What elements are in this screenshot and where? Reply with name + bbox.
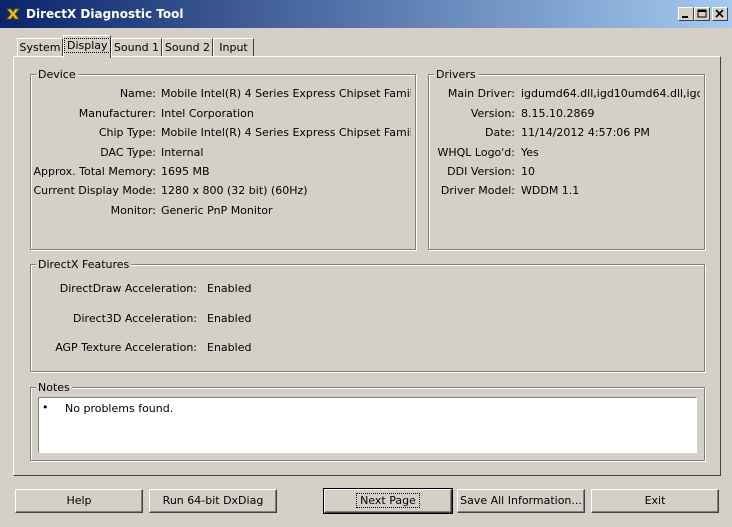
monitor-label: Monitor: [110, 204, 156, 217]
driver-date-label: Date: [485, 126, 515, 139]
help-button[interactable]: Help [15, 489, 143, 513]
maximize-button[interactable] [694, 7, 710, 21]
drivers-group [428, 74, 705, 250]
dac-type-label: DAC Type: [100, 146, 156, 159]
direct3d-label: Direct3D Acceleration: [73, 312, 197, 325]
agp-texture-label: AGP Texture Acceleration: [55, 341, 197, 354]
driver-model-value: WDDM 1.1 [521, 184, 580, 197]
maximize-icon [697, 9, 707, 18]
manufacturer-value: Intel Corporation [161, 107, 254, 120]
device-name-value: Mobile Intel(R) 4 Series Express Chipset… [161, 87, 411, 100]
directdraw-value: Enabled [207, 282, 252, 295]
tab-sound-2[interactable]: Sound 2 [162, 38, 213, 57]
total-memory-label: Approx. Total Memory: [33, 165, 157, 178]
device-name-label: Name: [119, 87, 156, 100]
device-group-title: Device [36, 68, 78, 81]
manufacturer-label: Manufacturer: [78, 107, 156, 120]
notes-title: Notes [36, 381, 72, 394]
display-mode-value: 1280 x 800 (32 bit) (60Hz) [161, 184, 308, 197]
main-driver-label: Main Driver: [447, 87, 515, 100]
direct3d-value: Enabled [207, 312, 252, 325]
save-all-information-button[interactable]: Save All Information... [457, 489, 585, 513]
exit-button[interactable]: Exit [591, 489, 719, 513]
drivers-group-title: Drivers [434, 68, 478, 81]
total-memory-value: 1695 MB [161, 165, 210, 178]
chip-type-label: Chip Type: [98, 126, 156, 139]
close-icon [715, 9, 724, 18]
directdraw-label: DirectDraw Acceleration: [59, 282, 197, 295]
driver-model-label: Driver Model: [440, 184, 515, 197]
monitor-value: Generic PnP Monitor [161, 204, 273, 217]
window-title: DirectX Diagnostic Tool [26, 7, 184, 21]
whql-label: WHQL Logo'd: [437, 146, 515, 159]
run-64bit-dxdiag-button[interactable]: Run 64-bit DxDiag [149, 489, 277, 513]
title-bar[interactable]: DirectX Diagnostic Tool [0, 0, 732, 28]
minimize-button[interactable] [678, 7, 694, 21]
notes-box[interactable]: • No problems found. [38, 397, 697, 453]
notes-item: No problems found. [65, 402, 174, 415]
whql-value: Yes [521, 146, 539, 159]
main-driver-value: igdumd64.dll,igd10umd64.dll,igdumd› [521, 87, 700, 100]
tab-system[interactable]: System [17, 38, 63, 57]
driver-version-value: 8.15.10.2869 [521, 107, 595, 120]
close-button[interactable] [712, 7, 728, 21]
device-group [30, 74, 416, 250]
ddi-version-label: DDI Version: [447, 165, 515, 178]
tab-sound-1[interactable]: Sound 1 [111, 38, 162, 57]
dac-type-value: Internal [161, 146, 204, 159]
directx-x-icon [6, 7, 20, 21]
next-page-button[interactable]: Next Page [323, 488, 453, 514]
minimize-icon [682, 16, 688, 18]
driver-date-value: 11/14/2012 4:57:06 PM [521, 126, 650, 139]
chip-type-value: Mobile Intel(R) 4 Series Express Chipset… [161, 126, 411, 139]
agp-texture-value: Enabled [207, 341, 252, 354]
tab-display[interactable]: Display [63, 35, 111, 58]
bullet-icon: • [42, 401, 49, 414]
ddi-version-value: 10 [521, 165, 535, 178]
tab-input[interactable]: Input [213, 38, 254, 57]
display-mode-label: Current Display Mode: [33, 184, 156, 197]
driver-version-label: Version: [470, 107, 515, 120]
directx-features-title: DirectX Features [36, 258, 132, 271]
